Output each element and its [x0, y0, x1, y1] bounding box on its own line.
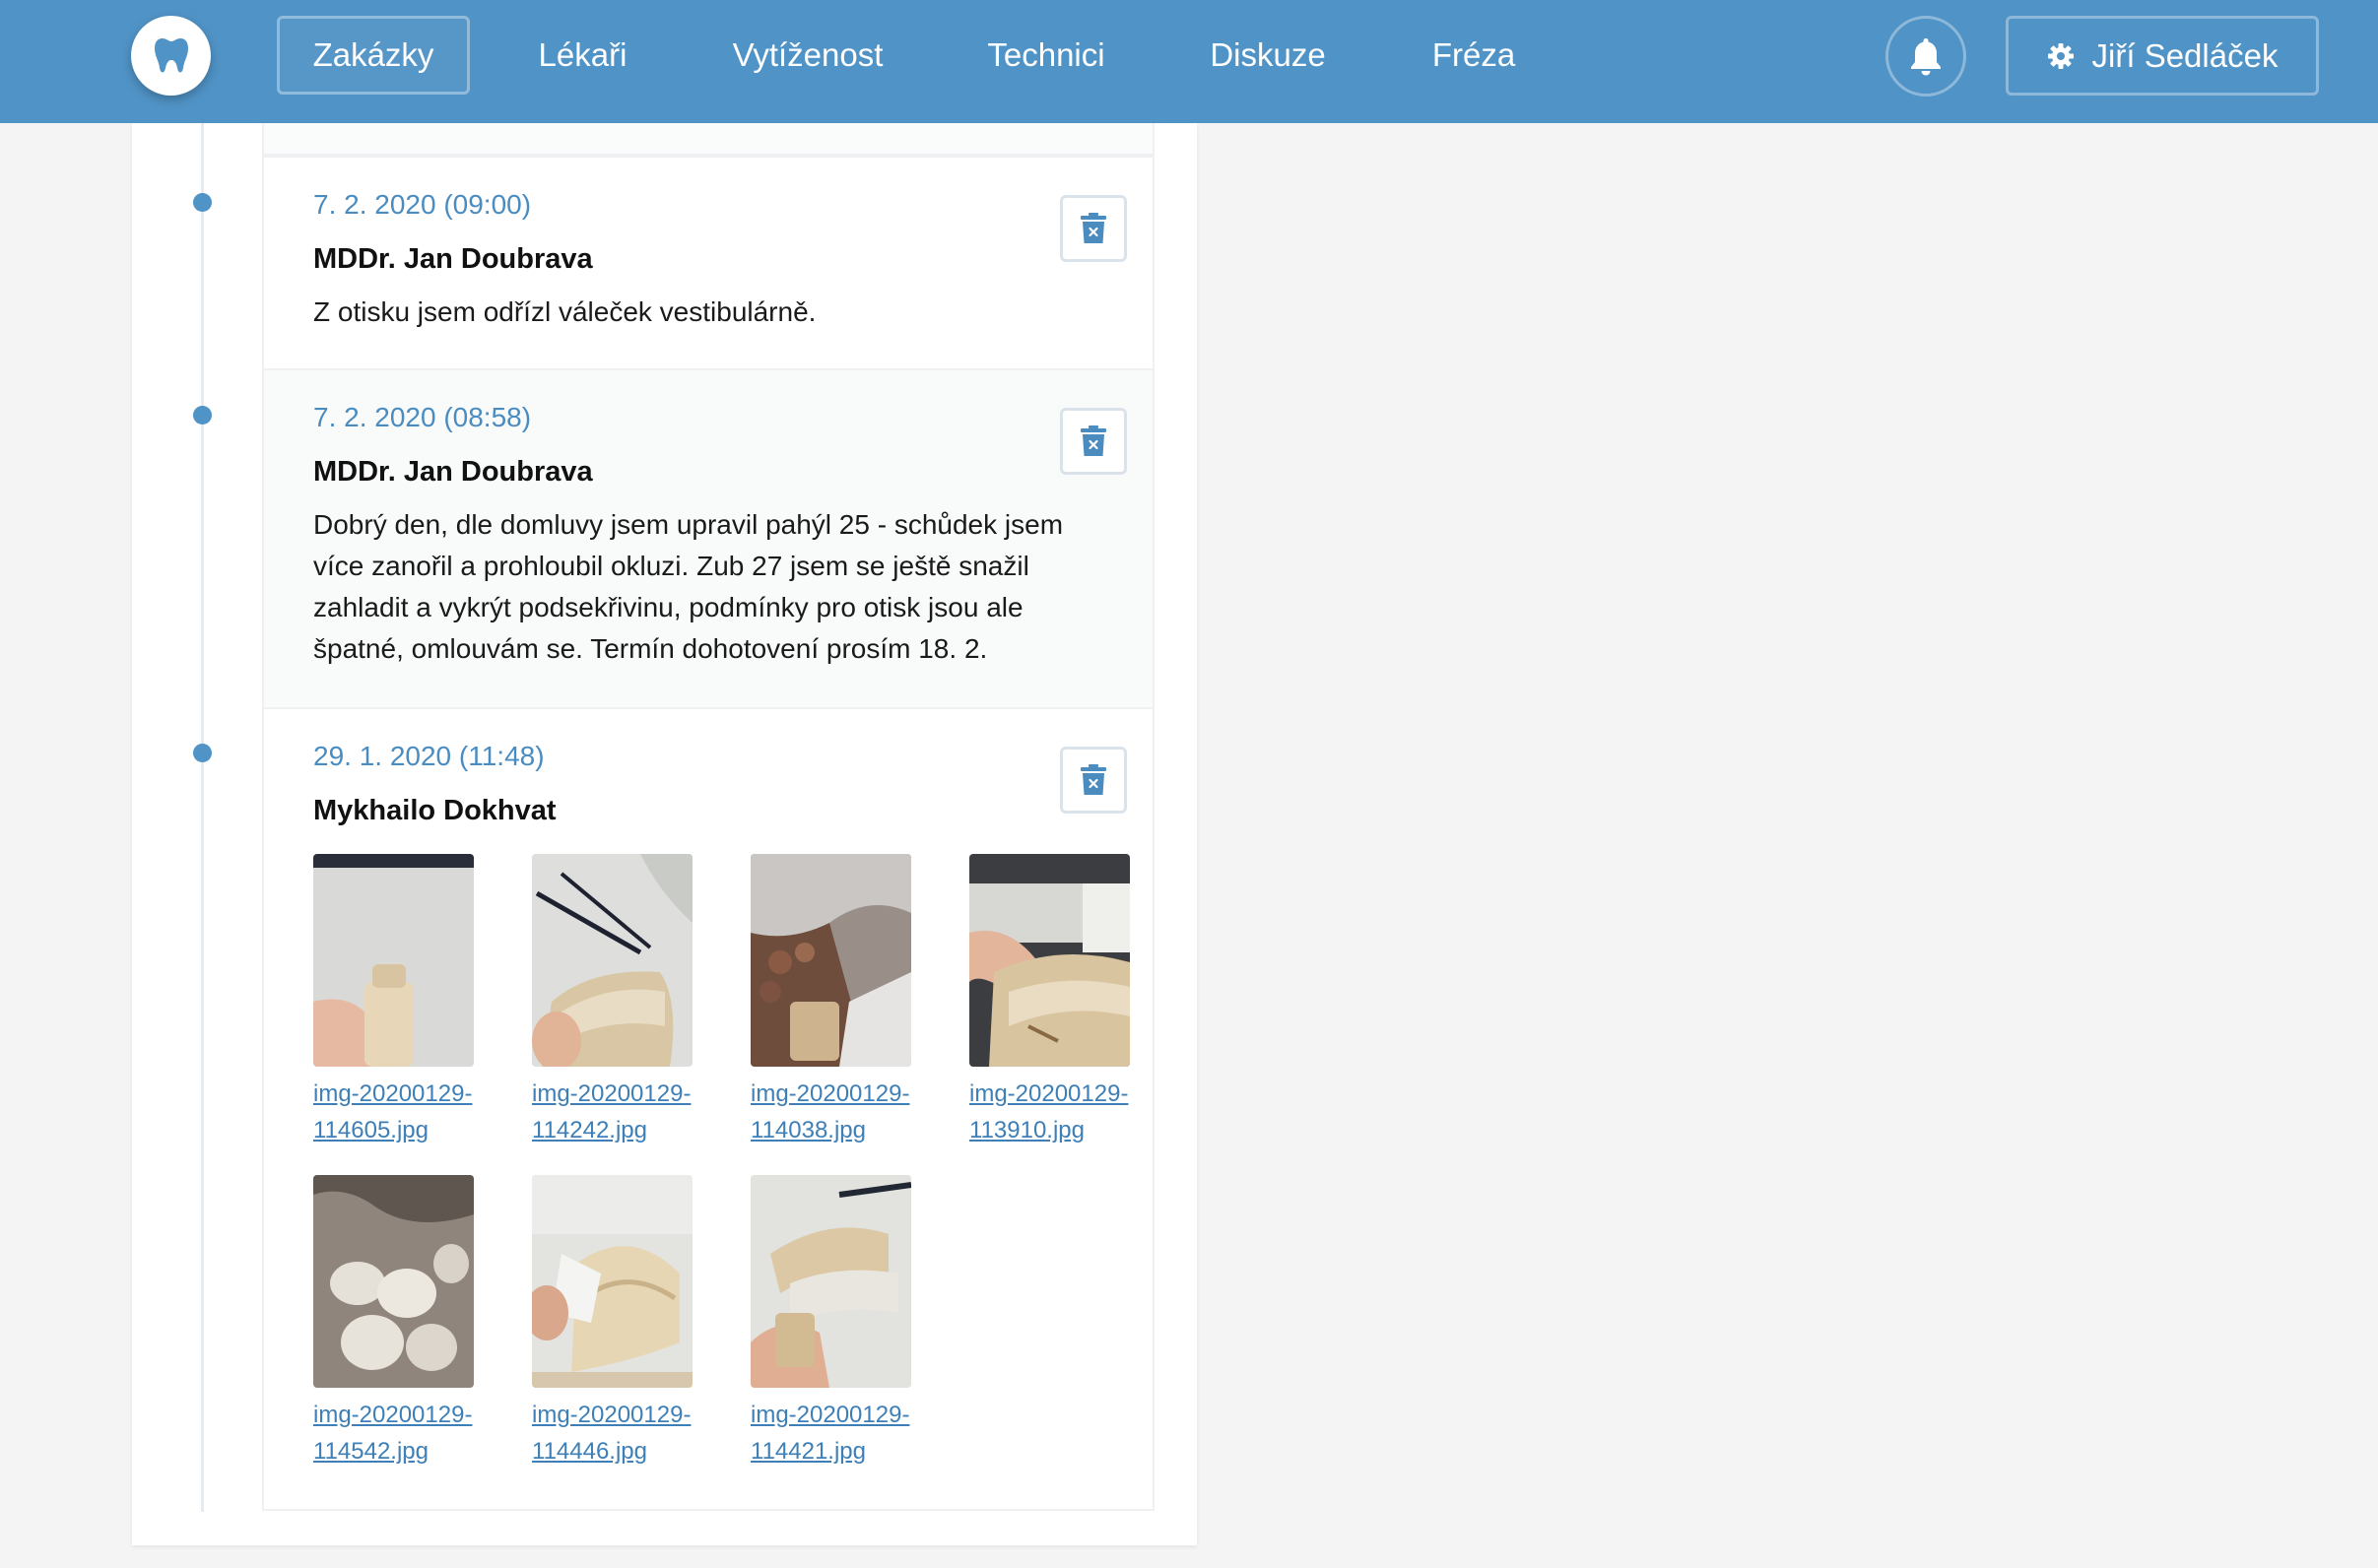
tooth-icon [154, 37, 188, 72]
timeline-dot [193, 406, 212, 425]
bell-icon [1911, 38, 1941, 76]
attachment-thumbnail[interactable] [751, 854, 911, 1067]
nav-item-vytizenost[interactable]: Vytíženost [709, 16, 906, 95]
nav-item-zakazky[interactable]: Zakázky [277, 16, 470, 95]
attachment-link[interactable]: img-20200129-113910.jpg [969, 1076, 1137, 1148]
attachment-thumbnail[interactable] [313, 1175, 474, 1388]
attachment-link[interactable]: img-20200129-114446.jpg [532, 1397, 699, 1470]
comment-date: 7. 2. 2020 (08:58) [313, 402, 532, 432]
previous-comment-card [262, 123, 1155, 156]
attachment-link[interactable]: img-20200129-114421.jpg [751, 1397, 918, 1470]
attachment-thumbnail[interactable] [313, 854, 474, 1067]
comment-author: MDDr. Jan Doubrava [313, 456, 593, 488]
delete-comment-button[interactable] [1060, 408, 1127, 475]
attachment-thumbnail[interactable] [532, 854, 693, 1067]
attachment-link[interactable]: img-20200129-114242.jpg [532, 1076, 699, 1148]
nav-label: Lékaři [538, 36, 628, 73]
attachment-thumbnail[interactable] [751, 1175, 911, 1388]
notifications-button[interactable] [1885, 16, 1966, 97]
delete-comment-button[interactable] [1060, 747, 1127, 814]
trash-icon [1081, 764, 1106, 795]
nav-item-lekari[interactable]: Lékaři [512, 16, 653, 95]
attachment-thumbnail[interactable] [969, 854, 1130, 1067]
nav-item-technici[interactable]: Technici [959, 16, 1133, 95]
timeline-dot [193, 744, 212, 762]
nav-label: Zakázky [312, 36, 434, 73]
user-name: Jiří Sedláček [2091, 36, 2279, 74]
attachment-link[interactable]: img-20200129-114605.jpg [313, 1076, 481, 1148]
nav-item-diskuze[interactable]: Diskuze [1180, 16, 1355, 95]
comment-author: MDDr. Jan Doubrava [313, 243, 593, 275]
attachment-link[interactable]: img-20200129-114542.jpg [313, 1397, 481, 1470]
nav-label: Vytíženost [732, 36, 884, 73]
timeline-line [201, 123, 204, 1512]
nav-label: Fréza [1431, 36, 1516, 73]
nav-item-freza[interactable]: Fréza [1409, 16, 1539, 95]
comment-card: 29. 1. 2020 (11:48) Mykhailo Dokhvat img… [262, 707, 1155, 1511]
comment-author: Mykhailo Dokhvat [313, 795, 557, 826]
comment-card: 7. 2. 2020 (08:58) MDDr. Jan Doubrava Do… [262, 368, 1155, 709]
comment-text: Dobrý den, dle domluvy jsem upravil pahý… [313, 509, 1064, 664]
delete-comment-button[interactable] [1060, 195, 1127, 262]
comment-date: 29. 1. 2020 (11:48) [313, 741, 545, 771]
comment-card: 7. 2. 2020 (09:00) MDDr. Jan Doubrava Z … [262, 156, 1155, 370]
gear-icon [2047, 42, 2074, 69]
comment-date: 7. 2. 2020 (09:00) [313, 189, 532, 220]
comment-text: Z otisku jsem odřízl váleček vestibulárn… [313, 296, 817, 327]
nav-label: Technici [987, 36, 1105, 73]
timeline-dot [193, 193, 212, 212]
nav-label: Diskuze [1210, 36, 1326, 73]
top-navbar: Zakázky Lékaři Vytíženost Technici Disku… [0, 0, 2378, 123]
trash-icon [1081, 213, 1106, 243]
home-logo[interactable] [131, 16, 211, 96]
trash-icon [1081, 425, 1106, 456]
attachment-link[interactable]: img-20200129-114038.jpg [751, 1076, 918, 1148]
user-menu-button[interactable]: Jiří Sedláček [2006, 16, 2319, 96]
attachment-thumbnail[interactable] [532, 1175, 693, 1388]
